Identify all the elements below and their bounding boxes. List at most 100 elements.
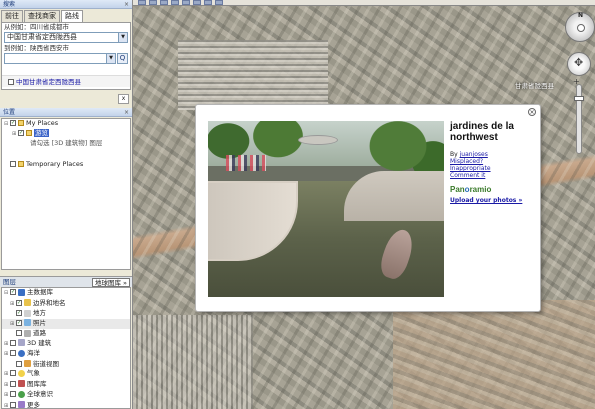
photo-author-line: By juanjoses — [450, 151, 534, 158]
toolbar-button[interactable] — [193, 0, 201, 5]
from-field-value: 中国甘肃省定西陇西县 — [7, 33, 77, 41]
toolbar-button[interactable] — [204, 0, 212, 5]
toolbar-button[interactable] — [160, 0, 168, 5]
folder-icon — [26, 130, 32, 136]
checkbox[interactable] — [10, 401, 16, 408]
layer-item[interactable]: ⊞照片 — [2, 318, 130, 329]
tab-fly-to[interactable]: 前往 — [1, 10, 23, 22]
layer-label: 图库库 — [27, 379, 47, 388]
photo-people — [226, 155, 266, 171]
layer-label: 3D 建筑 — [27, 338, 52, 347]
checkbox[interactable] — [16, 310, 22, 316]
toolbar-button[interactable] — [138, 0, 146, 5]
result-toolbar: x — [0, 92, 132, 107]
upload-photos-link[interactable]: Upload your photos » — [450, 197, 534, 204]
checkbox[interactable] — [10, 161, 16, 167]
clear-results-button[interactable]: x — [118, 94, 129, 104]
search-result-item[interactable]: 中国甘肃省定西陇西县 — [2, 75, 130, 87]
places-pane-title-text: 位置 — [3, 109, 16, 116]
logo-part: Pan — [450, 185, 465, 194]
tree-my-places[interactable]: ⊟My Places — [2, 119, 130, 129]
zoom-slider[interactable] — [576, 84, 582, 154]
tree-label: 游览 — [34, 129, 49, 137]
checkbox[interactable] — [10, 350, 16, 356]
checkbox[interactable] — [16, 360, 22, 367]
folder-icon — [18, 161, 24, 167]
layer-label: 地方 — [33, 309, 46, 317]
close-icon[interactable]: × — [124, 0, 129, 9]
to-field[interactable]: ▼ — [4, 53, 116, 64]
misplaced-link[interactable]: Misplaced? — [450, 158, 534, 165]
layer-item[interactable]: 街道视图 — [2, 360, 130, 370]
tab-directions[interactable]: 路线 — [61, 10, 83, 22]
comment-link[interactable]: Comment it — [450, 172, 534, 179]
checkbox[interactable] — [16, 330, 22, 336]
search-button[interactable]: Q — [117, 53, 128, 64]
building-icon — [18, 339, 25, 346]
checkbox[interactable] — [10, 380, 16, 387]
close-icon[interactable]: × — [528, 108, 536, 116]
close-icon[interactable]: × — [124, 108, 129, 117]
logo-part: ramio — [469, 185, 492, 194]
layer-item[interactable]: 地方 — [2, 309, 130, 319]
from-field[interactable]: 中国甘肃省定西陇西县 ▼ — [4, 32, 128, 43]
search-pane-title: 搜索 × — [0, 0, 132, 9]
layer-item[interactable]: ⊞ 3D 建筑 — [2, 339, 130, 350]
ocean-icon — [18, 349, 25, 357]
checkbox[interactable] — [16, 319, 22, 326]
tree-temporary-places[interactable]: Temporary Places — [2, 160, 130, 169]
panoramio-photo[interactable] — [208, 121, 444, 297]
inappropriate-link[interactable]: Inappropriate — [450, 165, 534, 172]
search-tabs: 前往 查找商家 路线 — [0, 10, 132, 22]
layer-label: 照片 — [33, 318, 46, 327]
toolbar-button[interactable] — [171, 0, 179, 5]
checkbox[interactable] — [10, 391, 16, 397]
layer-item[interactable]: ⊞ 图库库 — [2, 380, 130, 391]
tree-label: My Places — [26, 119, 59, 127]
compass-control[interactable]: N — [565, 12, 595, 42]
tab-find-business[interactable]: 查找商家 — [24, 10, 60, 22]
checkbox[interactable] — [10, 339, 16, 346]
look-joystick-icon[interactable] — [577, 24, 585, 32]
places-tree: ⊟My Places ⊞游览 请勾选 [3D 建筑物] 图层 Temporary… — [1, 118, 131, 270]
globe-icon — [18, 288, 25, 296]
chevron-down-icon[interactable]: ▼ — [118, 33, 127, 42]
by-label: By — [450, 151, 458, 158]
layer-item[interactable]: ⊞ 更多 — [2, 401, 130, 409]
layer-item[interactable]: ⊟主数据库 — [2, 288, 130, 299]
compass-north: N — [578, 12, 584, 19]
earth-view[interactable]: 甘肃省陇西县 N + × jardines de la northwest By… — [133, 0, 595, 409]
layer-item[interactable]: ⊞ 气象 — [2, 369, 130, 380]
from-label: 从例如：四川省成都市 — [4, 23, 69, 31]
chevron-down-icon[interactable]: ▼ — [106, 54, 115, 63]
toolbar-button[interactable] — [149, 0, 157, 5]
photo-title: jardines de la northwest — [450, 121, 514, 143]
zoom-slider-handle[interactable] — [574, 96, 584, 101]
layer-item[interactable]: ⊞边界和地名 — [2, 299, 130, 310]
toolbar-button[interactable] — [215, 0, 223, 5]
layer-item[interactable]: 道路 — [2, 329, 130, 339]
result-text: 中国甘肃省定西陇西县 — [16, 78, 81, 86]
layer-item[interactable]: ⊞ 海洋 — [2, 349, 130, 360]
checkbox[interactable] — [10, 120, 16, 126]
result-checkbox[interactable] — [8, 79, 14, 85]
to-row: ▼ Q — [4, 53, 128, 64]
checkbox[interactable] — [10, 289, 16, 295]
toolbar-button[interactable] — [182, 0, 190, 5]
checkbox[interactable] — [10, 370, 16, 376]
layers-pane-title: 图层 地球图库 » — [0, 276, 132, 287]
layer-label: 全球意识 — [27, 390, 53, 398]
tree-sightseeing[interactable]: ⊞游览 — [2, 129, 130, 139]
layers-title-text: 图层 — [3, 278, 16, 286]
earth-gallery-button[interactable]: 地球图库 » — [91, 278, 130, 287]
global-awareness-icon — [18, 390, 25, 398]
checkbox[interactable] — [18, 130, 24, 136]
road-icon — [24, 329, 31, 337]
checkbox[interactable] — [16, 299, 22, 306]
move-joystick-icon[interactable] — [567, 52, 591, 76]
layer-item[interactable]: ⊞ 全球意识 — [2, 390, 130, 401]
tree-sightseeing-note: 请勾选 [3D 建筑物] 图层 — [30, 139, 103, 147]
photo-info: jardines de la northwest By juanjoses Mi… — [450, 121, 534, 204]
author-link[interactable]: juanjoses — [460, 151, 488, 158]
panoramio-logo[interactable]: Panoramio — [450, 185, 534, 194]
